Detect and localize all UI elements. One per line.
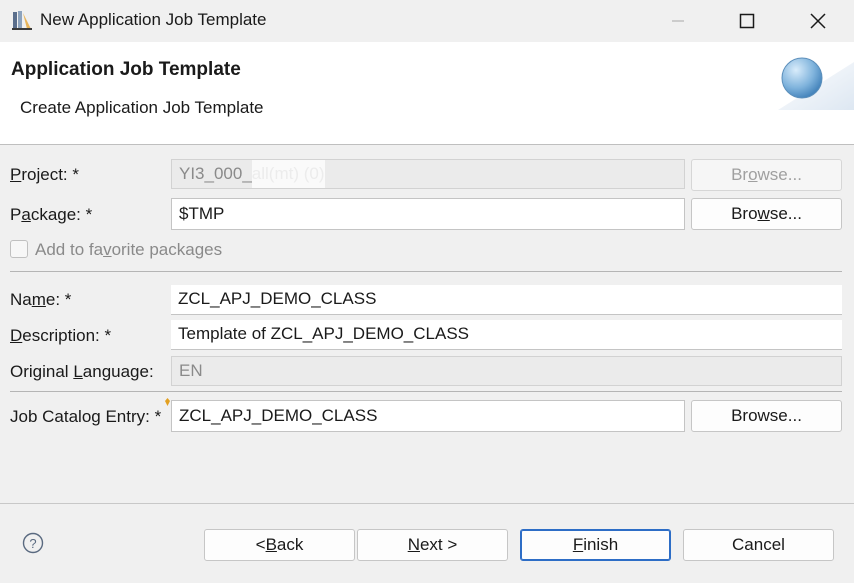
separator bbox=[10, 271, 842, 272]
cancel-button[interactable]: Cancel bbox=[683, 529, 834, 561]
catalog-browse-button[interactable]: Browse... bbox=[691, 400, 842, 432]
footer-separator bbox=[0, 503, 854, 504]
app-icon bbox=[12, 11, 32, 30]
catalog-input[interactable]: ZCL_APJ_DEMO_CLASS bbox=[171, 400, 685, 432]
back-button[interactable]: < Back bbox=[204, 529, 355, 561]
catalog-label: Job Catalog Entry: * bbox=[10, 407, 162, 426]
window-title: New Application Job Template bbox=[40, 10, 267, 29]
project-field: YI3_000_all(mt) (0) bbox=[171, 159, 685, 189]
finish-button[interactable]: Finish bbox=[520, 529, 671, 561]
package-browse-button[interactable]: Bro w se... bbox=[691, 198, 842, 230]
page-title: Application Job Template bbox=[11, 59, 241, 80]
svg-text:?: ? bbox=[29, 536, 36, 551]
favorite-checkbox[interactable] bbox=[10, 240, 28, 258]
name-label: Name: * bbox=[10, 290, 72, 309]
minimize-icon bbox=[672, 20, 684, 22]
project-value-redacted: all(mt) (0) bbox=[251, 160, 325, 188]
next-button[interactable]: Next > bbox=[357, 529, 508, 561]
close-icon bbox=[810, 13, 826, 29]
favorite-label: Add to favorite packages bbox=[35, 240, 223, 259]
project-browse-button[interactable]: Br o wse... bbox=[691, 159, 842, 191]
package-input[interactable]: $TMP bbox=[171, 198, 685, 230]
maximize-icon bbox=[739, 13, 755, 29]
help-icon[interactable]: ? bbox=[22, 532, 44, 554]
name-input[interactable]: ZCL_APJ_DEMO_CLASS bbox=[171, 285, 842, 315]
language-field: EN bbox=[171, 356, 842, 386]
wizard-header: Application Job Template Create Applicat… bbox=[0, 42, 854, 145]
package-label: Package: * bbox=[10, 205, 93, 224]
description-label: Description: * bbox=[10, 326, 112, 345]
content-assist-icon bbox=[165, 398, 170, 406]
description-input[interactable]: Template of ZCL_APJ_DEMO_CLASS bbox=[171, 320, 842, 350]
close-button[interactable] bbox=[796, 6, 840, 36]
wizard-banner-icon bbox=[778, 57, 854, 110]
separator bbox=[10, 391, 842, 392]
project-label: Project: * bbox=[10, 165, 79, 184]
maximize-button[interactable] bbox=[725, 6, 769, 36]
page-subtitle: Create Application Job Template bbox=[20, 98, 264, 117]
minimize-button[interactable] bbox=[656, 6, 700, 36]
language-label: Original Language: bbox=[10, 362, 154, 381]
title-bar: New Application Job Template bbox=[0, 0, 854, 42]
